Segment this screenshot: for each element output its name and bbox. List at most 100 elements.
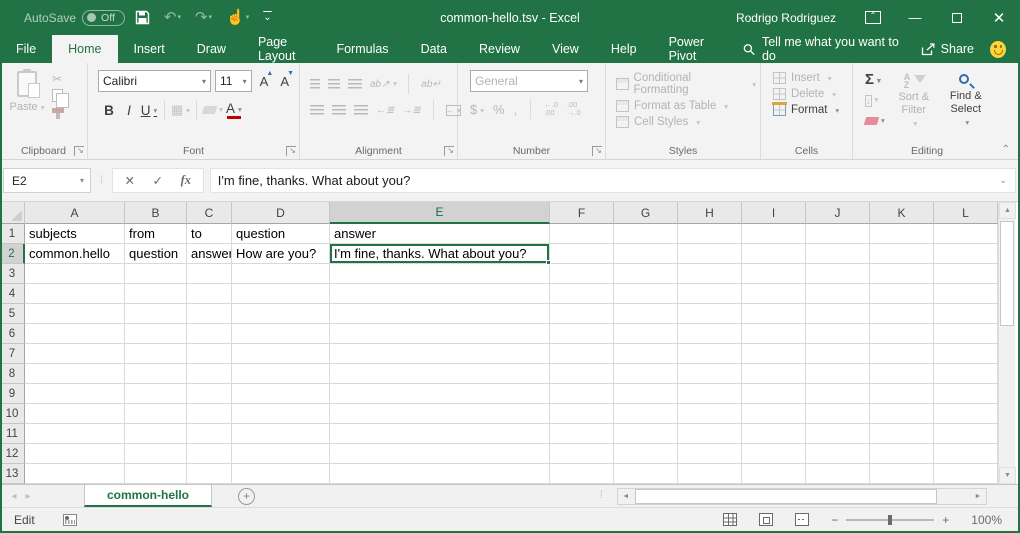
cell-C8[interactable]	[187, 364, 232, 384]
align-top-button[interactable]	[310, 79, 320, 89]
row-header-1[interactable]: 1	[0, 224, 25, 244]
sort-filter-button[interactable]: AZ Sort & Filter	[891, 71, 937, 130]
cell-C5[interactable]	[187, 304, 232, 324]
orientation-button[interactable]: ab↗	[370, 79, 396, 90]
touch-mode-dropdown[interactable]: ▾	[246, 14, 250, 21]
align-left-button[interactable]	[310, 105, 324, 115]
cell-B2[interactable]: question	[125, 244, 187, 264]
autosave-pill[interactable]: Off	[82, 10, 125, 26]
cell-E2[interactable]: I'm fine, thanks. What about you?	[330, 244, 550, 264]
feedback-smiley-button[interactable]	[990, 41, 1006, 58]
delete-cells-button[interactable]: Delete	[773, 88, 848, 100]
tab-formulas[interactable]: Formulas	[320, 35, 404, 63]
format-cells-button[interactable]: Format	[773, 104, 848, 116]
cancel-entry-button[interactable]: ✕	[117, 173, 143, 188]
cell-L8[interactable]	[934, 364, 998, 384]
tab-home[interactable]: Home	[52, 35, 117, 63]
cell-K12[interactable]	[870, 444, 934, 464]
tab-page-layout[interactable]: Page Layout	[242, 35, 321, 63]
zoom-in-button[interactable]: +	[942, 513, 949, 527]
cell-B5[interactable]	[125, 304, 187, 324]
col-header-D[interactable]: D	[232, 202, 330, 224]
name-box[interactable]: E2 ▾	[3, 168, 91, 193]
paste-button[interactable]: Paste	[6, 67, 48, 113]
tab-view[interactable]: View	[536, 35, 595, 63]
row-header-7[interactable]: 7	[0, 344, 25, 364]
cell-G12[interactable]	[614, 444, 678, 464]
cell-L4[interactable]	[934, 284, 998, 304]
cell-B3[interactable]	[125, 264, 187, 284]
cell-K5[interactable]	[870, 304, 934, 324]
cell-J9[interactable]	[806, 384, 870, 404]
zoom-slider-thumb[interactable]	[888, 515, 892, 525]
tabbar-resize-handle[interactable]: ⁞	[600, 493, 603, 499]
cell-I10[interactable]	[742, 404, 806, 424]
vertical-scrollbar[interactable]: ▲ ▼	[998, 202, 1015, 484]
col-header-G[interactable]: G	[614, 202, 678, 224]
cell-A10[interactable]	[25, 404, 125, 424]
horizontal-scrollbar[interactable]: ◄ ►	[617, 488, 987, 505]
align-middle-button[interactable]	[328, 79, 340, 89]
alignment-dialog-launcher[interactable]	[444, 146, 454, 156]
page-break-view-button[interactable]	[795, 513, 809, 526]
cell-F3[interactable]	[550, 264, 614, 284]
cell-L11[interactable]	[934, 424, 998, 444]
cell-G9[interactable]	[614, 384, 678, 404]
cell-F8[interactable]	[550, 364, 614, 384]
cell-H8[interactable]	[678, 364, 742, 384]
cell-F11[interactable]	[550, 424, 614, 444]
cell-G7[interactable]	[614, 344, 678, 364]
cell-D13[interactable]	[232, 464, 330, 484]
cell-K1[interactable]	[870, 224, 934, 244]
cell-B6[interactable]	[125, 324, 187, 344]
fill-color-button[interactable]	[203, 101, 223, 119]
col-header-B[interactable]: B	[125, 202, 187, 224]
autosum-button[interactable]: Σ	[865, 71, 885, 88]
font-dialog-launcher[interactable]	[286, 146, 296, 156]
cell-B1[interactable]: from	[125, 224, 187, 244]
cell-F13[interactable]	[550, 464, 614, 484]
cell-D2[interactable]: How are you?	[232, 244, 330, 264]
cell-F2[interactable]	[550, 244, 614, 264]
cell-I3[interactable]	[742, 264, 806, 284]
customize-qat-button[interactable]: ⌄	[259, 10, 275, 26]
redo-dropdown[interactable]: ▾	[209, 14, 213, 21]
zoom-slider[interactable]	[846, 519, 934, 521]
cell-D6[interactable]	[232, 324, 330, 344]
cell-I5[interactable]	[742, 304, 806, 324]
grow-font-button[interactable]: A▲	[256, 72, 273, 91]
decrease-indent-button[interactable]: ←≣	[376, 105, 394, 116]
cell-G2[interactable]	[614, 244, 678, 264]
scroll-left-button[interactable]: ◄	[618, 489, 634, 504]
row-header-3[interactable]: 3	[0, 264, 25, 284]
col-header-E[interactable]: E	[330, 202, 550, 224]
cell-L7[interactable]	[934, 344, 998, 364]
cell-J7[interactable]	[806, 344, 870, 364]
cell-F7[interactable]	[550, 344, 614, 364]
cell-K2[interactable]	[870, 244, 934, 264]
cell-E4[interactable]	[330, 284, 550, 304]
cell-B9[interactable]	[125, 384, 187, 404]
tab-review[interactable]: Review	[463, 35, 536, 63]
cell-B8[interactable]	[125, 364, 187, 384]
cell-K4[interactable]	[870, 284, 934, 304]
cell-I8[interactable]	[742, 364, 806, 384]
percent-button[interactable]: %	[493, 102, 505, 117]
cell-D4[interactable]	[232, 284, 330, 304]
expand-formula-bar-button[interactable]: ⌄	[999, 175, 1015, 186]
cell-D9[interactable]	[232, 384, 330, 404]
cell-G1[interactable]	[614, 224, 678, 244]
scroll-down-button[interactable]: ▼	[999, 467, 1016, 484]
cell-E9[interactable]	[330, 384, 550, 404]
enter-entry-button[interactable]: ✓	[145, 173, 171, 188]
macro-record-button[interactable]	[63, 514, 77, 526]
cell-L5[interactable]	[934, 304, 998, 324]
cell-B12[interactable]	[125, 444, 187, 464]
fill-handle[interactable]	[546, 260, 551, 265]
cell-J8[interactable]	[806, 364, 870, 384]
increase-indent-button[interactable]: →≣	[402, 105, 420, 116]
cell-G6[interactable]	[614, 324, 678, 344]
sheet-tab-common-hello[interactable]: common-hello	[84, 485, 212, 507]
cell-H5[interactable]	[678, 304, 742, 324]
formula-input[interactable]: I'm fine, thanks. What about you? ⌄	[210, 168, 1016, 193]
